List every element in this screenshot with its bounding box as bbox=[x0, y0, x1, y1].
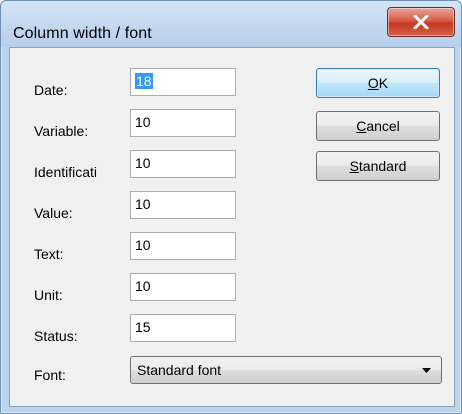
standard-label-rest: tandard bbox=[358, 158, 407, 174]
unit-label: Unit: bbox=[34, 287, 63, 303]
status-label: Status: bbox=[34, 328, 78, 344]
close-x-icon bbox=[413, 15, 429, 29]
window-title: Column width / font bbox=[13, 25, 152, 42]
cancel-label-rest: ancel bbox=[366, 118, 400, 134]
cancel-mnemonic: C bbox=[356, 118, 367, 134]
value-label: Value: bbox=[34, 205, 73, 221]
font-select[interactable]: Standard font bbox=[130, 356, 442, 384]
text-width-input[interactable]: 10 bbox=[130, 232, 236, 260]
value-width-input[interactable]: 10 bbox=[130, 191, 236, 219]
standard-button[interactable]: Standard bbox=[316, 151, 440, 181]
date-width-value: 18 bbox=[135, 73, 153, 89]
column-width-font-dialog: Column width / font Date: 18 Variable: 1… bbox=[0, 0, 462, 414]
standard-mnemonic: S bbox=[349, 158, 359, 174]
title-bar[interactable]: Column width / font bbox=[1, 1, 461, 47]
unit-width-input[interactable]: 10 bbox=[130, 273, 236, 301]
status-width-input[interactable]: 15 bbox=[130, 314, 236, 342]
identification-width-input[interactable]: 10 bbox=[130, 150, 236, 178]
date-width-input[interactable]: 18 bbox=[130, 68, 236, 96]
ok-button[interactable]: OK bbox=[316, 68, 440, 98]
chevron-down-icon bbox=[422, 368, 431, 373]
variable-label: Variable: bbox=[34, 123, 89, 139]
font-label: Font: bbox=[34, 367, 66, 383]
close-button[interactable] bbox=[387, 7, 455, 37]
text-label: Text: bbox=[34, 246, 64, 262]
ok-mnemonic: O bbox=[367, 75, 379, 91]
date-label: Date: bbox=[34, 82, 68, 98]
cancel-button[interactable]: Cancel bbox=[316, 111, 440, 141]
dialog-body: Date: 18 Variable: 10 Identificati 10 Va… bbox=[9, 47, 455, 407]
ok-label-rest: K bbox=[378, 75, 389, 91]
identification-label: Identificati bbox=[34, 164, 98, 180]
font-select-value: Standard font bbox=[137, 362, 222, 378]
variable-width-input[interactable]: 10 bbox=[130, 109, 236, 137]
